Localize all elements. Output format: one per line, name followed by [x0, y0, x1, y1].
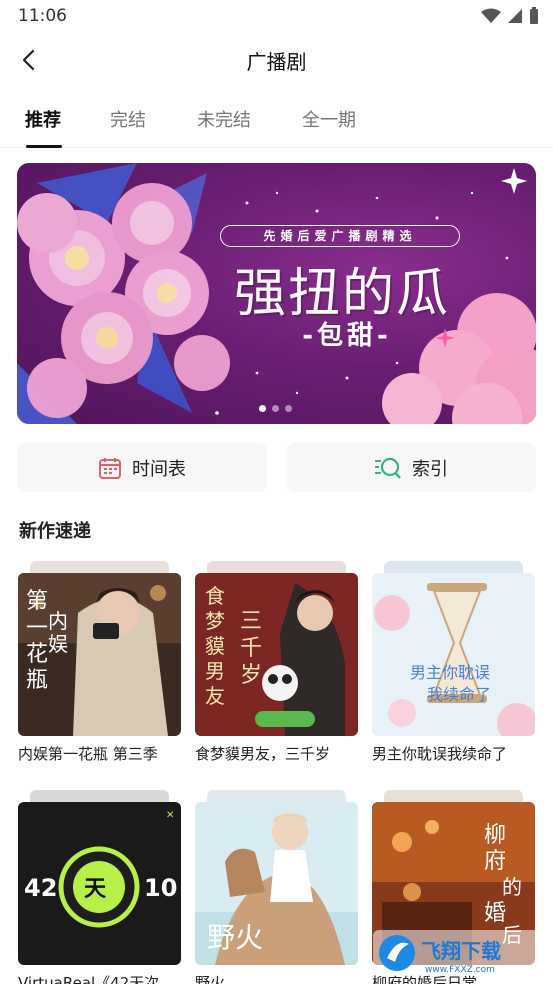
svg-text:第: 第	[26, 589, 48, 614]
drama-cover: 食 梦 貘 男 友 三 千 岁	[195, 573, 358, 736]
card-stack-shadow	[30, 561, 169, 573]
drama-title: 男主你耽误我续命了	[372, 745, 508, 763]
drama-title: 食梦貘男友，三千岁	[195, 745, 331, 763]
svg-text:友: 友	[205, 684, 225, 708]
index-button[interactable]: 索引	[286, 443, 536, 492]
banner-pagination	[259, 405, 292, 412]
svg-text:柳: 柳	[484, 823, 506, 848]
svg-text:我续命了: 我续命了	[427, 685, 491, 704]
pagination-dot[interactable]	[272, 405, 279, 412]
pagination-dot[interactable]	[285, 405, 292, 412]
svg-text:府: 府	[484, 849, 506, 874]
svg-text:✕: ✕	[166, 810, 174, 821]
svg-text:貘: 貘	[205, 634, 225, 658]
schedule-label: 时间表	[132, 458, 186, 480]
section-title-new-releases: 新作速递	[19, 521, 91, 542]
card-stack-shadow	[384, 790, 523, 802]
card-stack-shadow	[30, 790, 169, 802]
status-icons	[481, 7, 539, 25]
schedule-button[interactable]: 时间表	[17, 443, 267, 492]
tab-ongoing[interactable]: 未完结	[197, 106, 251, 132]
drama-cover: 野火	[195, 802, 358, 965]
svg-text:瓶: 瓶	[26, 668, 48, 693]
card-stack-shadow	[207, 790, 346, 802]
tab-recommended[interactable]: 推荐	[25, 106, 61, 132]
svg-text:飞翔下载: 飞翔下载	[421, 939, 501, 963]
svg-text:三: 三	[240, 609, 262, 634]
active-tab-indicator	[26, 145, 62, 148]
svg-text:内: 内	[48, 609, 68, 633]
drama-cover: 42 10 天 ✕	[18, 802, 181, 965]
svg-text:www.FXXZ.com: www.FXXZ.com	[425, 965, 495, 975]
tab-bar: 推荐 完结 未完结 全一期	[0, 96, 553, 148]
card-stack-shadow	[207, 561, 346, 573]
drama-cover: 第 内 一 花 娱 瓶	[18, 573, 181, 736]
wifi-icon	[481, 8, 501, 23]
status-time: 11:06	[18, 6, 67, 26]
drama-cover: 男主你耽误 我续命了	[372, 573, 535, 736]
drama-title: 野火	[195, 974, 226, 984]
watermark-logo: 飞翔下载 www.FXXZ.com	[373, 930, 543, 976]
svg-text:千: 千	[240, 636, 262, 661]
svg-text:娱: 娱	[48, 632, 68, 656]
status-bar: 11:06	[0, 0, 553, 32]
tab-single-episode[interactable]: 全一期	[302, 106, 356, 132]
tab-completed[interactable]: 完结	[110, 106, 146, 132]
index-label: 索引	[412, 458, 448, 480]
drama-title: VirtuaReal《42天次	[18, 974, 160, 984]
card-stack-shadow	[384, 561, 523, 573]
banner-subtitle: -包甜-	[302, 321, 392, 351]
banner-tag: 先婚后爱广播剧精选	[220, 225, 460, 247]
svg-text:的: 的	[502, 875, 522, 899]
svg-text:野火: 野火	[207, 921, 263, 954]
page-title: 广播剧	[246, 50, 307, 74]
calendar-icon	[99, 457, 121, 479]
svg-text:花: 花	[26, 642, 48, 667]
drama-title: 内娱第一花瓶 第三季	[18, 745, 158, 763]
svg-text:食: 食	[205, 584, 225, 608]
svg-text:梦: 梦	[205, 609, 225, 633]
svg-text:岁: 岁	[240, 663, 262, 688]
header: 广播剧	[0, 36, 553, 84]
svg-text:男主你耽误: 男主你耽误	[410, 663, 490, 682]
svg-text:男: 男	[205, 659, 225, 683]
search-list-icon	[375, 457, 401, 479]
pagination-dot[interactable]	[259, 405, 266, 412]
svg-text:一: 一	[26, 616, 48, 641]
svg-text:10: 10	[144, 874, 177, 902]
battery-icon	[530, 7, 538, 24]
svg-text:天: 天	[84, 877, 107, 902]
signal-icon	[508, 9, 522, 23]
promo-banner[interactable]: 先婚后爱广播剧精选 强扭的瓜 -包甜-	[17, 163, 536, 424]
svg-text:42: 42	[24, 874, 57, 902]
